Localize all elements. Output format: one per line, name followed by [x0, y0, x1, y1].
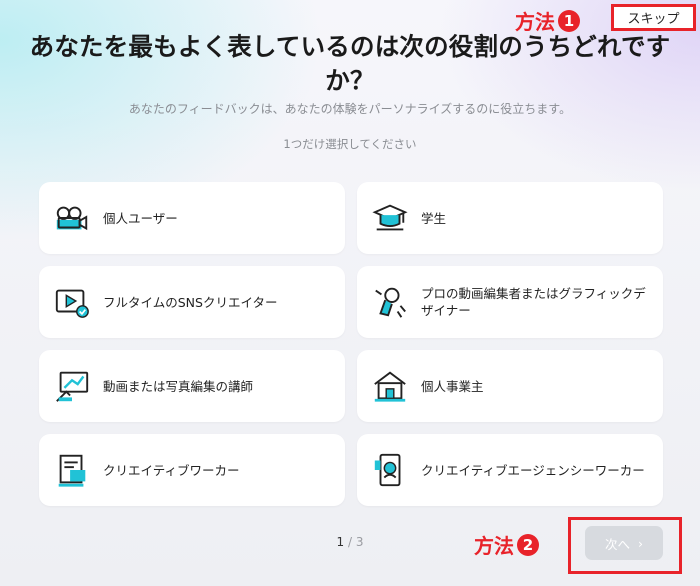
skip-button[interactable]: スキップ — [611, 4, 696, 31]
option-label: フルタイムのSNSクリエイター — [103, 294, 278, 310]
phone-photo-icon — [374, 453, 401, 487]
page-current: 1 — [336, 535, 345, 549]
next-button[interactable]: 次へ › — [585, 526, 663, 560]
option-card-agency-worker[interactable]: クリエイティブエージェンシーワーカー — [357, 434, 663, 506]
option-label: 学生 — [421, 210, 447, 226]
chevron-right-icon: › — [638, 535, 643, 551]
page-indicator: 1 / 3 — [320, 535, 380, 549]
method-2-annotation: 方法 2 — [474, 530, 539, 559]
option-label: クリエイティブワーカー — [103, 462, 240, 478]
whiteboard-icon — [56, 371, 89, 402]
next-label: 次へ — [604, 536, 630, 552]
option-label: 個人事業主 — [421, 378, 484, 394]
option-card-instructor[interactable]: 動画または写真編集の講師 — [39, 350, 345, 422]
video-player-icon — [55, 289, 89, 318]
option-card-personal-user[interactable]: 個人ユーザー — [39, 182, 345, 254]
pen-tool-icon — [375, 287, 406, 318]
option-label: 個人ユーザー — [103, 210, 178, 226]
camera-icon — [56, 206, 88, 231]
document-icon — [58, 454, 86, 487]
graduation-cap-icon — [372, 204, 408, 231]
option-card-student[interactable]: 学生 — [357, 182, 663, 254]
house-icon — [374, 371, 406, 402]
option-card-sole-proprietor[interactable]: 個人事業主 — [357, 350, 663, 422]
option-label: 動画または写真編集の講師 — [103, 378, 254, 394]
option-card-creative-worker[interactable]: クリエイティブワーカー — [39, 434, 345, 506]
page-subtitle: あなたのフィードバックは、あなたの体験をパーソナライズするのに役立ちます。 — [128, 102, 572, 116]
page-separator: / — [344, 535, 356, 549]
selection-hint: 1つだけ選択してください — [283, 137, 417, 151]
option-label: クリエイティブエージェンシーワーカー — [421, 462, 645, 478]
method-2-number: 2 — [517, 533, 539, 556]
method-2-label: 方法 — [474, 534, 514, 558]
option-label: プロの動画編集者またはグラフィックデザイナー — [421, 286, 646, 318]
page-title: あなたを最もよく表しているのは次の役割のうちどれですか？ — [29, 32, 671, 95]
method-1-number: 1 — [558, 9, 580, 32]
option-card-pro-editor[interactable]: プロの動画編集者またはグラフィックデザイナー — [357, 266, 663, 338]
option-card-sns-creator[interactable]: フルタイムのSNSクリエイター — [39, 266, 345, 338]
page-total: 3 — [355, 535, 364, 549]
